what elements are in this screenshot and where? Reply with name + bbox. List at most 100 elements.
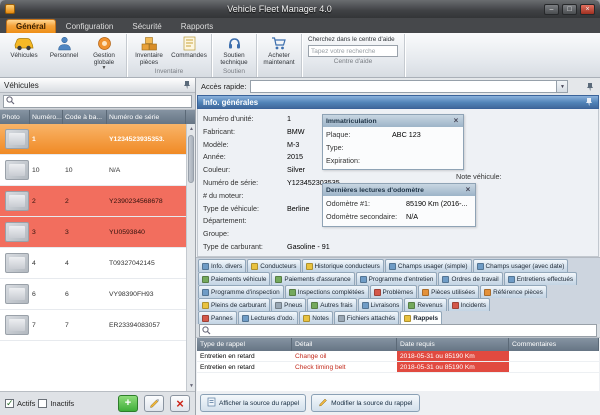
minimize-button[interactable] (544, 4, 559, 15)
boxes-icon (141, 36, 157, 51)
inactifs-checkbox[interactable] (38, 399, 47, 408)
tab-pleins-carburant[interactable]: Pleins de carburant (198, 298, 270, 311)
wrench-icon (508, 276, 515, 283)
inventaire-pieces-button[interactable]: Inventaire pièces (129, 34, 169, 66)
pin-icon[interactable] (183, 80, 191, 91)
form-icon (207, 397, 216, 409)
tab-livraisons[interactable]: Livraisons (358, 298, 404, 311)
tab-pieces-utilisees[interactable]: Pièces utilisées (418, 285, 479, 298)
vehicle-row[interactable]: 6 6 VY98390FH93 (0, 279, 186, 310)
button-label: Soutien technique (214, 52, 254, 66)
tab-info-divers[interactable]: Info. divers (198, 259, 246, 272)
gestion-globale-button[interactable]: Gestion globale ▼ (84, 34, 124, 71)
vehicle-row[interactable]: 3 3 YU0593840 (0, 217, 186, 248)
actifs-checkbox[interactable] (5, 399, 14, 408)
tab-entretiens-effectues[interactable]: Entretiens effectués (504, 272, 577, 285)
reminder-search-input[interactable] (213, 325, 594, 336)
vehicle-search-input[interactable] (17, 96, 189, 107)
vertical-scrollbar[interactable]: ▲ ▼ (186, 124, 195, 391)
pin-icon[interactable] (586, 82, 594, 91)
commandes-button[interactable]: Commandes (169, 34, 209, 59)
column-serie[interactable]: Numéro de série (107, 110, 186, 124)
scroll-down-icon[interactable]: ▼ (187, 381, 195, 391)
parts-icon (422, 289, 429, 296)
tab-ordres-travail[interactable]: Ordres de travail (438, 272, 502, 285)
tab-label: Entretiens effectués (517, 276, 573, 283)
tab-notes[interactable]: Notes (299, 311, 333, 324)
tab-lectures-odo[interactable]: Lectures d'odo. (238, 311, 299, 324)
reminder-row[interactable]: Entretien en retard Change oil 2018-05-3… (197, 351, 599, 362)
column-date-requis[interactable]: Date requis (397, 338, 509, 351)
tab-securite[interactable]: Sécurité (123, 20, 170, 33)
tab-general[interactable]: Général (6, 19, 56, 33)
scrollbar-thumb[interactable] (188, 135, 194, 183)
scroll-up-icon[interactable]: ▲ (187, 124, 195, 134)
vehicles-panel: Véhicules Photo Numéro... Code à ba... N… (0, 78, 196, 415)
edit-vehicle-button[interactable] (144, 395, 164, 412)
tab-label: Problèmes (383, 289, 414, 296)
tab-programme-inspection[interactable]: Programme d'inspection (198, 285, 284, 298)
tab-problemes[interactable]: Problèmes (370, 285, 418, 298)
field-label: Numéro de série: (203, 177, 287, 190)
column-detail[interactable]: Détail (292, 338, 397, 351)
vehicle-barcode: 3 (63, 229, 107, 236)
personnel-button[interactable]: Personnel (44, 34, 84, 59)
pin-icon[interactable] (585, 97, 593, 108)
app-icon (5, 4, 15, 14)
field-label: Expiration: (326, 155, 392, 168)
ribbon: Véhicules Personnel Gestion globale ▼ In… (0, 33, 600, 78)
delete-vehicle-button[interactable] (170, 395, 190, 412)
reminder-row[interactable]: Entretien en retard Check timing belt 20… (197, 362, 599, 373)
vehicle-row[interactable]: 4 4 T09327042145 (0, 248, 186, 279)
column-commentaires[interactable]: Commentaires (509, 338, 599, 351)
column-numero[interactable]: Numéro... (30, 110, 63, 124)
tab-revenus[interactable]: Revenus (404, 298, 446, 311)
close-button[interactable] (580, 4, 595, 15)
tab-champs-usager-simple[interactable]: Champs usager (simple) (385, 259, 472, 272)
vehicle-row[interactable]: 1 Y1234523935353. (0, 124, 186, 155)
vehicles-button[interactable]: Véhicules (4, 34, 44, 59)
acheter-maintenant-button[interactable]: Acheter maintenant (259, 34, 299, 66)
vehicle-row[interactable]: 10 10 N/A (0, 155, 186, 186)
tab-incidents[interactable]: Incidents (448, 298, 491, 311)
add-vehicle-button[interactable] (118, 395, 138, 412)
show-reminder-source-button[interactable]: Afficher la source du rappel (200, 394, 306, 412)
tab-pneus[interactable]: Pneus (271, 298, 306, 311)
column-type-rappel[interactable]: Type de rappel (197, 338, 292, 351)
vehicles-panel-header: Véhicules (0, 78, 195, 93)
column-code[interactable]: Code à ba... (63, 110, 107, 124)
column-photo[interactable]: Photo (0, 110, 30, 124)
vehicle-row[interactable]: 2 2 Y2390234568678 (0, 186, 186, 217)
tab-reference-pieces[interactable]: Référence pièces (480, 285, 547, 298)
tab-inspections-completees[interactable]: Inspections complétées (285, 285, 369, 298)
quick-access-select[interactable] (250, 80, 568, 93)
soutien-technique-button[interactable]: Soutien technique (214, 34, 254, 66)
close-icon[interactable] (464, 185, 472, 195)
tab-conducteurs[interactable]: Conducteurs (247, 259, 300, 272)
close-icon[interactable] (452, 116, 460, 126)
tab-paiements-assurance[interactable]: Paiements d'assurance (271, 272, 354, 285)
tab-historique-conducteurs[interactable]: Historique conducteurs (302, 259, 384, 272)
tab-programme-entretien[interactable]: Programme d'entretien (356, 272, 438, 285)
help-search-label: Cherchez dans le centre d'aide (308, 36, 398, 43)
maximize-button[interactable] (562, 4, 577, 15)
ribbon-group-main: Véhicules Personnel Gestion globale ▼ (2, 34, 127, 77)
tab-champs-usager-avec-date[interactable]: Champs usager (avec date) (473, 259, 569, 272)
tab-paiements-vehicule[interactable]: Paiements véhicule (198, 272, 270, 285)
tab-configuration[interactable]: Configuration (57, 20, 123, 33)
chevron-down-icon[interactable] (556, 81, 567, 92)
help-search-input[interactable] (308, 45, 398, 57)
pencil-icon (318, 397, 328, 409)
tab-rappels[interactable]: Rappels (400, 311, 442, 324)
detail-panel: Accès rapide: Info. générales Numéro d'u… (196, 78, 600, 415)
workorder-icon (442, 276, 449, 283)
tab-autres-frais[interactable]: Autres frais (307, 298, 356, 311)
tab-rapports[interactable]: Rapports (172, 20, 222, 33)
vehicle-row[interactable]: 7 7 ER23394083057 (0, 310, 186, 341)
cart-icon (271, 36, 287, 51)
edit-reminder-source-button[interactable]: Modifier la source du rappel (311, 394, 419, 412)
vehicle-photo (5, 191, 29, 211)
field-value: BMW (287, 126, 305, 139)
tab-fichiers-attaches[interactable]: Fichiers attachés (334, 311, 399, 324)
vehicle-photo (5, 284, 29, 304)
